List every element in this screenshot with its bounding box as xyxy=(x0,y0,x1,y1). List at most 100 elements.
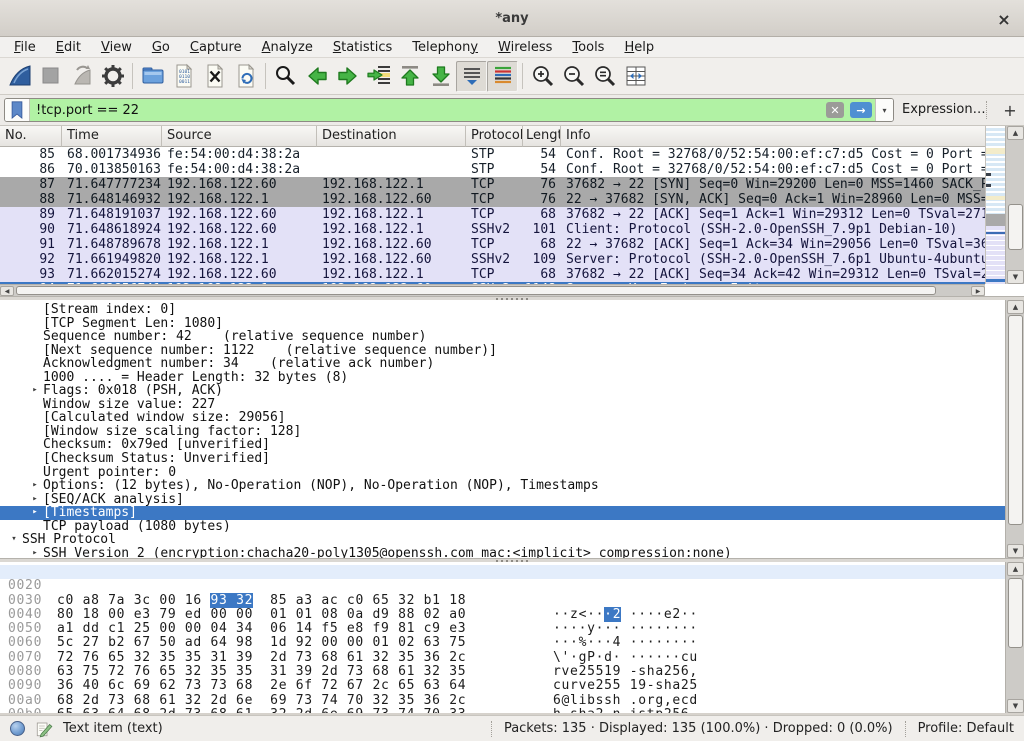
bytes-vscrollbar[interactable]: ▲ ▼ xyxy=(1005,562,1024,713)
detail-line[interactable]: [Next sequence number: 1122 (relative se… xyxy=(0,344,1024,358)
detail-line[interactable]: TCP payload (1080 bytes) xyxy=(0,520,1024,534)
expander-icon[interactable]: ▸ xyxy=(27,547,43,558)
zoom-original-button[interactable] xyxy=(589,61,620,92)
go-to-packet-button[interactable] xyxy=(363,61,394,92)
go-back-button[interactable] xyxy=(301,61,332,92)
scroll-down-icon[interactable]: ▼ xyxy=(1007,270,1024,284)
menu-item[interactable]: Tools xyxy=(562,38,614,57)
go-forward-button[interactable] xyxy=(332,61,363,92)
packet-list-hscrollbar[interactable]: ◀ ▶ xyxy=(0,284,985,296)
packet-list-minimap[interactable] xyxy=(985,126,1005,284)
expander-icon[interactable]: ▸ xyxy=(27,479,43,493)
packet-row[interactable]: 91 71.648789678 192.168.122.1 192.168.12… xyxy=(0,237,985,252)
packet-row[interactable]: 85 68.001734936 fe:54:00:d4:38:2a STP 54… xyxy=(0,147,985,162)
scroll-down-icon[interactable]: ▼ xyxy=(1007,699,1024,713)
detail-line[interactable]: ▸ Options: (12 bytes), No-Operation (NOP… xyxy=(0,479,1024,493)
detail-line[interactable]: Checksum: 0x79ed [unverified] xyxy=(0,438,1024,452)
hex-row[interactable]: 0030 80 18 00 e3 79 ed 00 00 01 01 08 0a… xyxy=(0,579,1024,593)
packet-row[interactable]: 86 70.013850163 fe:54:00:d4:38:2a STP 54… xyxy=(0,162,985,177)
scroll-up-icon[interactable]: ▲ xyxy=(1007,300,1024,314)
scroll-thumb[interactable] xyxy=(1008,578,1023,648)
stop-capture-button[interactable] xyxy=(35,61,66,92)
open-file-button[interactable] xyxy=(137,61,168,92)
detail-line[interactable]: [Stream index: 0] xyxy=(0,303,1024,317)
capture-comment-icon[interactable] xyxy=(35,720,53,738)
menu-item[interactable]: Statistics xyxy=(323,38,402,57)
add-filter-button[interactable]: + xyxy=(1000,98,1020,122)
column-header-source[interactable]: Source xyxy=(162,126,317,147)
close-window-button[interactable]: × xyxy=(994,9,1014,29)
column-header-destination[interactable]: Destination xyxy=(317,126,466,147)
packet-row[interactable]: 88 71.648146932 192.168.122.1 192.168.12… xyxy=(0,192,985,207)
restart-capture-button[interactable] xyxy=(66,61,97,92)
expander-icon[interactable]: ▸ xyxy=(27,493,43,507)
menu-item[interactable]: Analyze xyxy=(252,38,323,57)
reload-file-button[interactable] xyxy=(230,61,261,92)
menu-item[interactable]: Telephony xyxy=(402,38,488,57)
find-packet-button[interactable] xyxy=(270,61,301,92)
save-file-button[interactable]: 010101100011 xyxy=(168,61,199,92)
hex-row[interactable]: 0080 36 40 6c 69 62 73 73 68 2e 6f 72 67… xyxy=(0,651,1024,665)
detail-line[interactable]: ▸ SSH Version 2 (encryption:chacha20-pol… xyxy=(0,547,1024,558)
detail-line[interactable]: [Window size scaling factor: 128] xyxy=(0,425,1024,439)
packet-row[interactable]: 90 71.648618924 192.168.122.60 192.168.1… xyxy=(0,222,985,237)
menu-item[interactable]: File xyxy=(4,38,46,57)
packet-row[interactable]: 87 71.647777234 192.168.122.60 192.168.1… xyxy=(0,177,985,192)
filter-history-dropdown[interactable]: ▾ xyxy=(875,99,893,121)
hex-row-highlighted[interactable]: 0020 c0 a8 7a 3c 00 16 93 32 85 a3 ac c0… xyxy=(0,565,1005,579)
menu-item[interactable]: Wireless xyxy=(488,38,562,57)
hex-row[interactable]: 00a0 65 63 64 68 2d 73 68 61 32 2d 6e 69… xyxy=(0,679,1024,693)
scroll-right-icon[interactable]: ▶ xyxy=(971,286,985,296)
hex-row[interactable]: 0090 68 2d 73 68 61 32 2d 6e 69 73 74 70… xyxy=(0,665,1024,679)
profile-selector[interactable]: Profile: Default xyxy=(918,721,1014,736)
expression-button[interactable]: Expression… xyxy=(902,102,986,117)
details-vscrollbar[interactable]: ▲ ▼ xyxy=(1005,300,1024,558)
detail-line[interactable]: ▸ [SEQ/ACK analysis] xyxy=(0,493,1024,507)
hex-row[interactable]: 0050 5c 27 b2 67 50 ad 64 98 1d 92 00 00… xyxy=(0,608,1024,622)
scroll-left-icon[interactable]: ◀ xyxy=(0,286,14,296)
zoom-out-button[interactable] xyxy=(558,61,589,92)
menu-item[interactable]: Go xyxy=(142,38,180,57)
detail-line[interactable]: [Calculated window size: 29056] xyxy=(0,411,1024,425)
expert-info-icon[interactable] xyxy=(10,721,25,736)
detail-line[interactable]: [TCP Segment Len: 1080] xyxy=(0,317,1024,331)
hex-row[interactable]: 0040 a1 dd c1 25 00 00 04 34 06 14 f5 e8… xyxy=(0,594,1024,608)
hex-row[interactable]: 0060 72 76 65 32 35 35 31 39 2d 73 68 61… xyxy=(0,622,1024,636)
detail-line[interactable]: ▾ SSH Protocol xyxy=(0,533,1024,547)
scroll-thumb[interactable] xyxy=(1008,204,1023,250)
detail-line[interactable]: ▸ [Timestamps] xyxy=(0,506,1024,520)
scroll-thumb[interactable] xyxy=(1008,315,1023,525)
detail-line[interactable]: Urgent pointer: 0 xyxy=(0,466,1024,480)
expander-icon[interactable]: ▾ xyxy=(6,533,22,547)
filter-apply-button[interactable]: → xyxy=(847,99,875,121)
column-header-no[interactable]: No. xyxy=(0,126,62,147)
detail-line[interactable]: ▸ Flags: 0x018 (PSH, ACK) xyxy=(0,384,1024,398)
column-header-info[interactable]: Info xyxy=(561,126,985,147)
menu-item[interactable]: Help xyxy=(614,38,664,57)
packet-row[interactable]: 92 71.661949820 192.168.122.1 192.168.12… xyxy=(0,252,985,267)
detail-line[interactable]: Sequence number: 42 (relative sequence n… xyxy=(0,330,1024,344)
expander-icon[interactable]: ▸ xyxy=(27,506,43,520)
go-to-last-button[interactable] xyxy=(425,61,456,92)
detail-line[interactable]: Acknowledgment number: 34 (relative ack … xyxy=(0,357,1024,371)
packet-list-vscrollbar[interactable]: ▲ ▼ xyxy=(1005,126,1024,284)
resize-columns-button[interactable] xyxy=(620,61,651,92)
column-header-time[interactable]: Time xyxy=(62,126,162,147)
hex-row[interactable]: 0070 63 75 72 76 65 32 35 35 31 39 2d 73… xyxy=(0,636,1024,650)
scroll-up-icon[interactable]: ▲ xyxy=(1007,126,1024,140)
packet-row[interactable]: 93 71.662015274 192.168.122.60 192.168.1… xyxy=(0,267,985,282)
hex-row[interactable]: 00b0 38 34 2c 65 63 64 68 2d 73 68 61 32… xyxy=(0,694,1024,708)
display-filter-input[interactable] xyxy=(30,99,823,121)
expander-icon[interactable]: ▸ xyxy=(27,384,43,398)
close-file-button[interactable] xyxy=(199,61,230,92)
menu-item[interactable]: Capture xyxy=(180,38,252,57)
detail-line[interactable]: 1000 .... = Header Length: 32 bytes (8) xyxy=(0,371,1024,385)
auto-scroll-button[interactable] xyxy=(456,61,487,92)
capture-options-button[interactable] xyxy=(97,61,128,92)
menu-item[interactable]: View xyxy=(91,38,142,57)
go-to-first-button[interactable] xyxy=(394,61,425,92)
detail-line[interactable]: [Checksum Status: Unverified] xyxy=(0,452,1024,466)
scroll-thumb[interactable] xyxy=(16,286,936,295)
zoom-in-button[interactable] xyxy=(527,61,558,92)
column-header-protocol[interactable]: Protocol xyxy=(466,126,523,147)
